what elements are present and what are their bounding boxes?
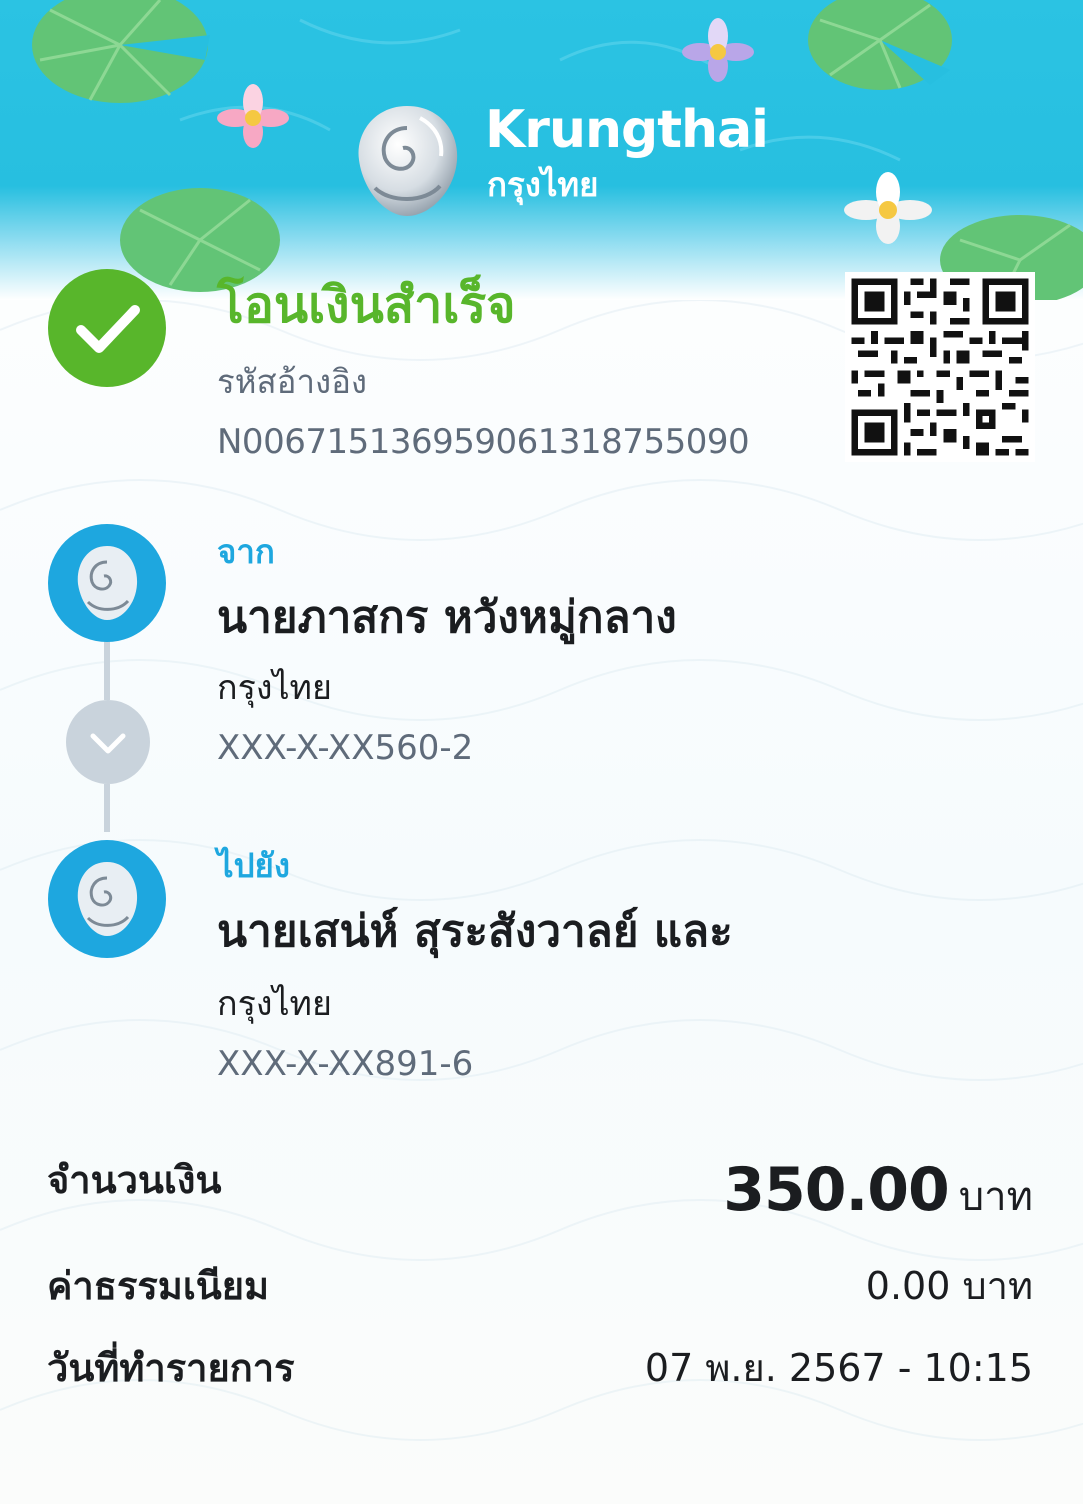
recipient-name: นายเสน่ห์ สุระสังวาลย์ และ [217,906,733,957]
header-banner: Krungthai กรุงไทย [0,0,1083,300]
transaction-date-value: 07 พ.ย. 2567 - 10:15 [644,1346,1033,1390]
chevron-down-icon [66,700,150,784]
success-check-icon [48,269,166,387]
reference-label: รหัสอ้างอิง [217,362,368,401]
fee-label: ค่าธรรมเนียม [47,1264,270,1308]
reference-value: N006715136959061318755090 [217,422,750,462]
transfer-connector-line [104,784,110,832]
transfer-slip: Krungthai กรุงไทย โอนเงินสำเร็จ รหัสอ้าง… [0,0,1083,1504]
amount-unit: บาท [958,1174,1033,1220]
krungthai-logo-icon [48,840,166,958]
amount-display: 350.00 บาท [723,1160,1033,1220]
fee-value: 0.00 บาท [865,1264,1033,1308]
amount-value: 350.00 [723,1155,950,1225]
brand-name-thai: กรุงไทย [487,165,599,204]
krungthai-logo-icon [358,106,458,216]
recipient-account: XXX-X-XX891-6 [217,1044,474,1084]
brand-name-english: Krungthai [485,100,769,160]
sender-account: XXX-X-XX560-2 [217,728,474,768]
transaction-date-label: วันที่ทำรายการ [47,1346,295,1390]
to-label: ไปยัง [217,846,290,885]
transfer-connector-line [104,640,110,700]
from-label: จาก [217,532,275,571]
krungthai-logo-icon [48,524,166,642]
recipient-bank: กรุงไทย [217,984,332,1024]
sender-bank: กรุงไทย [217,668,332,708]
qr-code-icon[interactable] [845,272,1035,462]
sender-name: นายภาสกร หวังหมู่กลาง [217,592,677,643]
amount-label: จำนวนเงิน [47,1158,222,1202]
status-title: โอนเงินสำเร็จ [217,276,516,334]
